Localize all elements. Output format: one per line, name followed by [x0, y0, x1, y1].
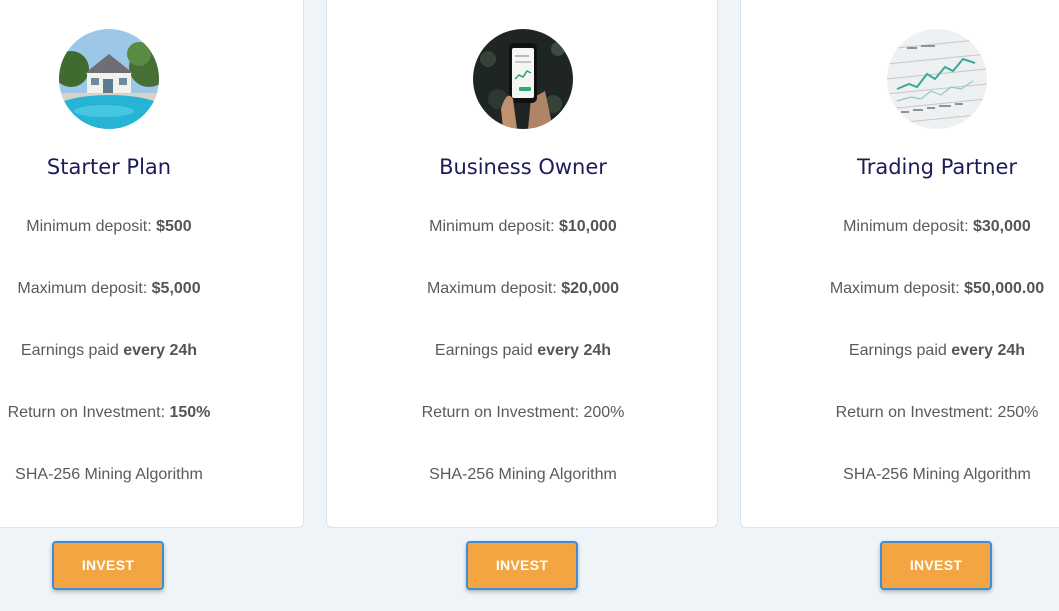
- phone-in-hand-photo: [473, 29, 573, 129]
- maximum-deposit: Maximum deposit: $5,000: [0, 280, 305, 298]
- earnings-label: Earnings paid: [848, 342, 952, 359]
- minimum-deposit-value: $30,000: [972, 218, 1031, 235]
- maximum-deposit-value: $50,000.00: [964, 280, 1045, 297]
- plan-title: Business Owner: [439, 155, 607, 179]
- house-pool-photo: [59, 29, 159, 129]
- return-on-investment: Return on Investment: 200%: [327, 404, 719, 422]
- roi-value: 150%: [169, 404, 211, 421]
- maximum-deposit: Maximum deposit: $50,000.00: [741, 280, 1059, 298]
- invest-button-starter[interactable]: INVEST: [52, 541, 164, 590]
- maximum-deposit-label: Maximum deposit:: [829, 280, 965, 297]
- minimum-deposit-label: Minimum deposit:: [26, 218, 157, 235]
- maximum-deposit-label: Maximum deposit:: [17, 280, 152, 297]
- minimum-deposit-value: $500: [156, 218, 192, 235]
- earnings-frequency: Earnings paid every 24h: [0, 342, 305, 360]
- minimum-deposit: Minimum deposit: $500: [0, 218, 305, 236]
- mining-algorithm: SHA-256 Mining Algorithm: [429, 466, 617, 483]
- earnings-frequency: Earnings paid every 24h: [327, 342, 719, 360]
- minimum-deposit-label: Minimum deposit:: [843, 218, 973, 235]
- roi-label: Return on Investment:: [7, 404, 170, 421]
- mining-algorithm: SHA-256 Mining Algorithm: [843, 466, 1031, 483]
- earnings-value: every 24h: [123, 342, 198, 359]
- earnings-frequency: Earnings paid every 24h: [741, 342, 1059, 360]
- maximum-deposit-label: Maximum deposit:: [426, 280, 562, 297]
- earnings-value: every 24h: [537, 342, 612, 359]
- minimum-deposit-label: Minimum deposit:: [429, 218, 559, 235]
- plan-title: Starter Plan: [46, 155, 172, 179]
- minimum-deposit: Minimum deposit: $30,000: [741, 218, 1059, 236]
- plan-card-business: Business Owner Minimum deposit: $10,000 …: [326, 0, 718, 528]
- return-on-investment: Return on Investment: 150%: [0, 404, 305, 422]
- minimum-deposit: Minimum deposit: $10,000: [327, 218, 719, 236]
- maximum-deposit: Maximum deposit: $20,000: [327, 280, 719, 298]
- plan-title: Trading Partner: [856, 155, 1018, 179]
- invest-button-business[interactable]: INVEST: [466, 541, 578, 590]
- pricing-plans-section: Starter Plan Minimum deposit: $500 Maxim…: [0, 0, 1059, 611]
- maximum-deposit-value: $20,000: [561, 280, 620, 297]
- earnings-value: every 24h: [951, 342, 1026, 359]
- roi-label: Return on Investment:: [835, 404, 998, 421]
- return-on-investment: Return on Investment: 250%: [741, 404, 1059, 422]
- plan-card-starter: Starter Plan Minimum deposit: $500 Maxim…: [0, 0, 304, 528]
- roi-label: Return on Investment:: [421, 404, 584, 421]
- earnings-label: Earnings paid: [434, 342, 538, 359]
- minimum-deposit-value: $10,000: [558, 218, 617, 235]
- plan-card-trading: Trading Partner Minimum deposit: $30,000…: [740, 0, 1059, 528]
- roi-value: 200%: [583, 404, 625, 421]
- invest-button-trading[interactable]: INVEST: [880, 541, 992, 590]
- maximum-deposit-value: $5,000: [151, 280, 201, 297]
- stock-chart-photo: [887, 29, 987, 129]
- mining-algorithm: SHA-256 Mining Algorithm: [15, 466, 203, 483]
- roi-value: 250%: [997, 404, 1039, 421]
- earnings-label: Earnings paid: [20, 342, 124, 359]
